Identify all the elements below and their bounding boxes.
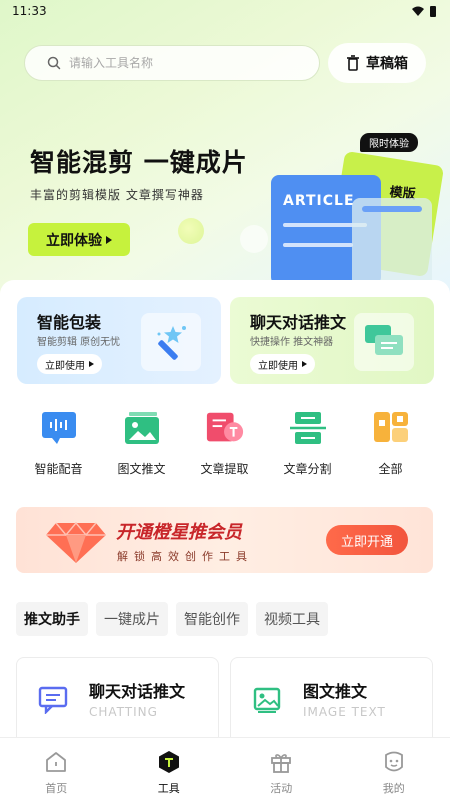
bottom-tab-bar: 首页 工具 活动 我的 (0, 737, 450, 800)
profile-icon (381, 749, 407, 775)
vip-banner[interactable]: 开通橙星推会员 解锁高效创作工具 立即开通 (16, 507, 433, 573)
list-card-image-text[interactable]: 图文推文 IMAGE TEXT (230, 657, 433, 747)
article-card-label: ARTICLE (283, 193, 355, 209)
feature-card-chat-tweet[interactable]: 聊天对话推文 快捷操作 推文神器 立即使用 (230, 297, 434, 384)
voice-icon (39, 408, 79, 448)
tab-label: 我的 (382, 782, 405, 795)
tools-icon (156, 749, 182, 775)
feature-use-button[interactable]: 立即使用 (250, 354, 315, 374)
list-card-title: 聊天对话推文 (89, 682, 186, 701)
chat-bubbles-icon (354, 313, 414, 371)
feature-use-label: 立即使用 (45, 360, 85, 372)
article-line (283, 243, 353, 247)
vip-title: 开通橙星推会员 (116, 522, 242, 543)
drafts-button[interactable]: 草稿箱 (328, 43, 426, 83)
feature-title: 智能包装 (37, 313, 102, 332)
search-input[interactable] (24, 45, 320, 81)
tab-home[interactable]: 首页 (0, 738, 113, 800)
status-icons (412, 5, 436, 17)
play-arrow-icon (302, 361, 307, 367)
feature-use-button[interactable]: 立即使用 (37, 354, 102, 374)
status-bar: 11:33 (0, 0, 450, 22)
hero-cta-label: 立即体验 (46, 232, 102, 249)
grid-icon (371, 408, 411, 448)
tab-video-tools[interactable]: 视频工具 (256, 602, 328, 636)
tool-label: 文章分割 (283, 462, 332, 476)
tab-label: 工具 (157, 782, 180, 795)
limited-trial-badge: 限时体验 (360, 133, 418, 152)
tool-label: 智能配音 (34, 462, 83, 476)
tool-label: 文章提取 (200, 462, 249, 476)
tool-label: 图文推文 (117, 462, 166, 476)
gift-icon (268, 749, 294, 775)
tab-smart-create[interactable]: 智能创作 (176, 602, 248, 636)
chat-icon (37, 684, 69, 716)
search-icon (47, 56, 61, 70)
tab-activity[interactable]: 活动 (225, 738, 338, 800)
hero-subtitle: 丰富的剪辑模版 文章撰写神器 (30, 188, 204, 202)
text-extract-icon (205, 408, 245, 448)
tab-tweet-assistant[interactable]: 推文助手 (16, 602, 88, 636)
tool-image-text[interactable]: 图文推文 (100, 408, 183, 477)
status-time: 11:33 (12, 4, 47, 18)
tab-label: 首页 (45, 782, 68, 795)
play-arrow-icon (106, 235, 112, 244)
trash-can-icon (347, 55, 359, 71)
feature-subtitle: 智能剪辑 原创无忧 (37, 337, 121, 348)
category-tabs: 推文助手 一键成片 智能创作 视频工具 (16, 602, 328, 636)
glass-card-bar (362, 206, 422, 212)
list-card-subtitle: IMAGE TEXT (303, 705, 386, 719)
vip-subtitle: 解锁高效创作工具 (117, 550, 253, 563)
feature-card-smart-package[interactable]: 智能包装 智能剪辑 原创无忧 立即使用 (17, 297, 221, 384)
vip-open-button[interactable]: 立即开通 (326, 525, 408, 555)
search-field[interactable] (69, 56, 269, 70)
image-icon (122, 408, 162, 448)
tool-voice[interactable]: 智能配音 (17, 408, 100, 477)
battery-icon (430, 5, 436, 17)
tool-text-extract[interactable]: 文章提取 (183, 408, 266, 477)
magic-wand-icon (141, 313, 201, 371)
tab-profile[interactable]: 我的 (338, 738, 450, 800)
home-icon (43, 749, 69, 775)
diamond-icon (46, 521, 106, 563)
tool-all[interactable]: 全部 (349, 408, 432, 477)
hero-title: 智能混剪 一键成片 (30, 148, 248, 177)
feature-title: 聊天对话推文 (250, 313, 347, 332)
list-card-title: 图文推文 (303, 682, 368, 701)
tool-text-split[interactable]: 文章分割 (266, 408, 349, 477)
list-card-subtitle: CHATTING (89, 705, 158, 719)
wifi-icon (412, 6, 424, 16)
tab-label: 活动 (270, 782, 293, 795)
tab-tools[interactable]: 工具 (113, 738, 226, 800)
tab-one-click[interactable]: 一键成片 (96, 602, 168, 636)
decorative-ball (240, 225, 268, 253)
feature-use-label: 立即使用 (258, 360, 298, 372)
drafts-label: 草稿箱 (366, 56, 408, 72)
hero-glass-card (352, 198, 432, 290)
split-icon (288, 408, 328, 448)
hero-cta-button[interactable]: 立即体验 (28, 223, 130, 256)
decorative-ball (178, 218, 204, 244)
feature-subtitle: 快捷操作 推文神器 (250, 337, 334, 348)
picture-icon (251, 684, 283, 716)
tool-label: 全部 (378, 462, 403, 476)
tools-grid: 智能配音 图文推文 文章提取 文章分割 全部 (0, 408, 450, 477)
play-arrow-icon (89, 361, 94, 367)
list-card-chat-tweet[interactable]: 聊天对话推文 CHATTING (16, 657, 219, 747)
